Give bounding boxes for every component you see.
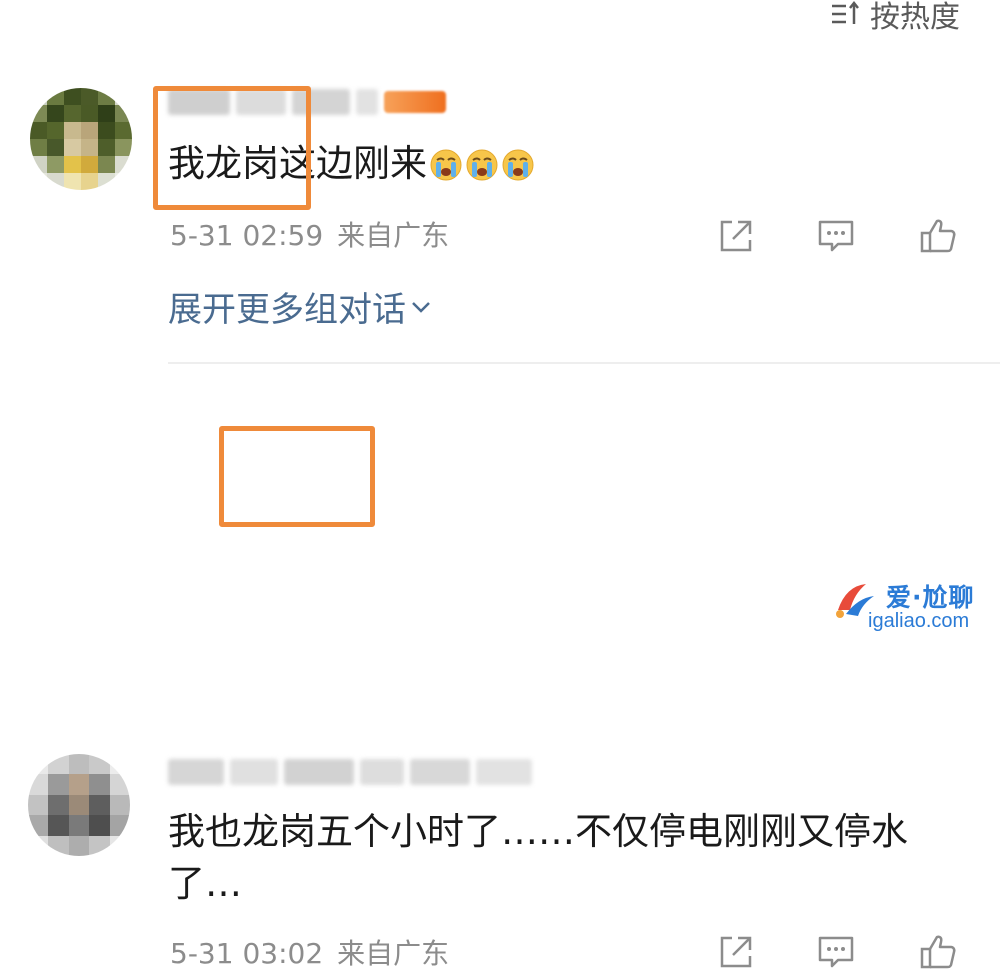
- like-button[interactable]: [916, 214, 960, 258]
- avatar-image: [30, 88, 132, 190]
- expand-conversation-link[interactable]: 展开更多组对话: [168, 282, 432, 331]
- thumbs-up-icon: [920, 935, 956, 969]
- crying-face-emoji: [430, 149, 462, 181]
- avatar[interactable]: [30, 88, 132, 190]
- comment-icon: [818, 936, 854, 968]
- comment-icon: [818, 220, 854, 252]
- comment-item: 我龙岗这边刚来 5-31 02:59 来自广东 展开更多组对话: [0, 0, 1000, 352]
- crying-face-emoji: [466, 149, 498, 181]
- share-icon: [720, 220, 752, 252]
- avatar[interactable]: [28, 754, 130, 856]
- crying-face-emoji: [502, 149, 534, 181]
- comment-location: 来自广东: [337, 937, 450, 970]
- highlight-box: [153, 86, 311, 210]
- avatar-image: [28, 754, 130, 856]
- member-badge: [384, 91, 446, 113]
- share-button[interactable]: [714, 930, 758, 974]
- site-watermark: 爱·尬聊 igaliao.com: [824, 576, 1000, 640]
- chevron-down-icon: [412, 301, 430, 313]
- comment-meta: 5-31 03:02 来自广东: [170, 932, 449, 972]
- comment-text: 我也龙岗五个小时了……不仅停电刚刚又停水了…: [168, 810, 908, 905]
- comment-location: 来自广东: [337, 219, 450, 252]
- share-button[interactable]: [714, 214, 758, 258]
- reply-button[interactable]: [814, 930, 858, 974]
- watermark-text: 爱·尬聊: [886, 583, 975, 612]
- expand-label: 展开更多组对话: [168, 290, 406, 330]
- comment-meta: 5-31 02:59 来自广东: [170, 214, 449, 254]
- reply-button[interactable]: [814, 214, 858, 258]
- watermark-url: igaliao.com: [868, 610, 970, 632]
- share-icon: [720, 936, 752, 968]
- highlight-box: [219, 426, 375, 527]
- username-blurred[interactable]: [168, 758, 532, 786]
- thumbs-up-icon: [920, 219, 956, 253]
- comment-time: 5-31 03:02: [170, 937, 324, 970]
- comment-time: 5-31 02:59: [170, 219, 324, 252]
- like-button[interactable]: [916, 930, 960, 974]
